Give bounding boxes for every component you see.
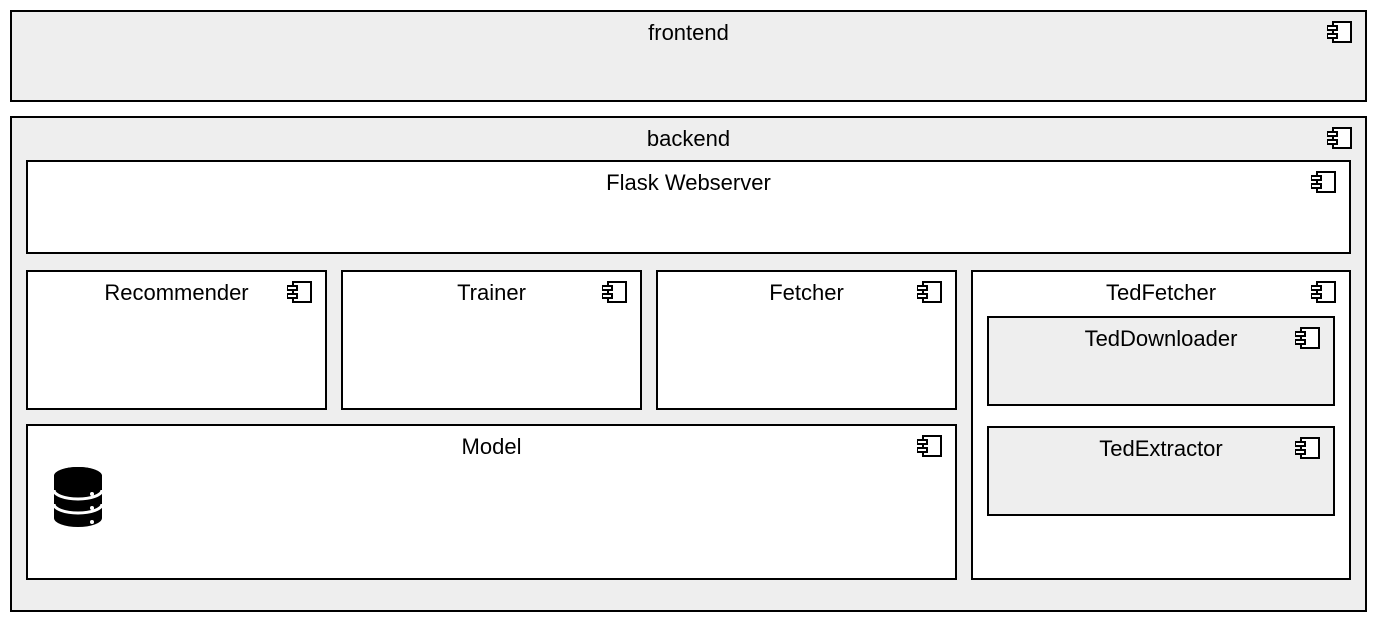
tedfetcher-component: TedFetcher TedDownloader TedExtractor: [971, 270, 1351, 580]
flask-label: Flask Webserver: [28, 162, 1349, 200]
component-icon: [602, 280, 628, 304]
trainer-label: Trainer: [343, 272, 640, 310]
backend-component: backend Flask Webserver Recommender: [10, 116, 1367, 612]
component-icon: [917, 434, 943, 458]
component-icon: [1295, 436, 1321, 460]
frontend-component: frontend: [10, 10, 1367, 102]
tedextractor-label: TedExtractor: [989, 428, 1333, 466]
component-icon: [917, 280, 943, 304]
frontend-label: frontend: [12, 12, 1365, 50]
component-icon: [287, 280, 313, 304]
fetcher-component: Fetcher: [656, 270, 957, 410]
teddownloader-label: TedDownloader: [989, 318, 1333, 356]
component-icon: [1311, 170, 1337, 194]
recommender-component: Recommender: [26, 270, 327, 410]
model-label: Model: [28, 426, 955, 464]
component-icon: [1327, 20, 1353, 44]
backend-label: backend: [12, 118, 1365, 156]
trainer-component: Trainer: [341, 270, 642, 410]
tedfetcher-label: TedFetcher: [973, 272, 1349, 310]
teddownloader-component: TedDownloader: [987, 316, 1335, 406]
tedextractor-component: TedExtractor: [987, 426, 1335, 516]
component-icon: [1295, 326, 1321, 350]
component-icon: [1311, 280, 1337, 304]
recommender-label: Recommender: [28, 272, 325, 310]
component-icon: [1327, 126, 1353, 150]
fetcher-label: Fetcher: [658, 272, 955, 310]
model-component: Model: [26, 424, 957, 580]
flask-webserver-component: Flask Webserver: [26, 160, 1351, 254]
database-icon: [50, 466, 106, 544]
